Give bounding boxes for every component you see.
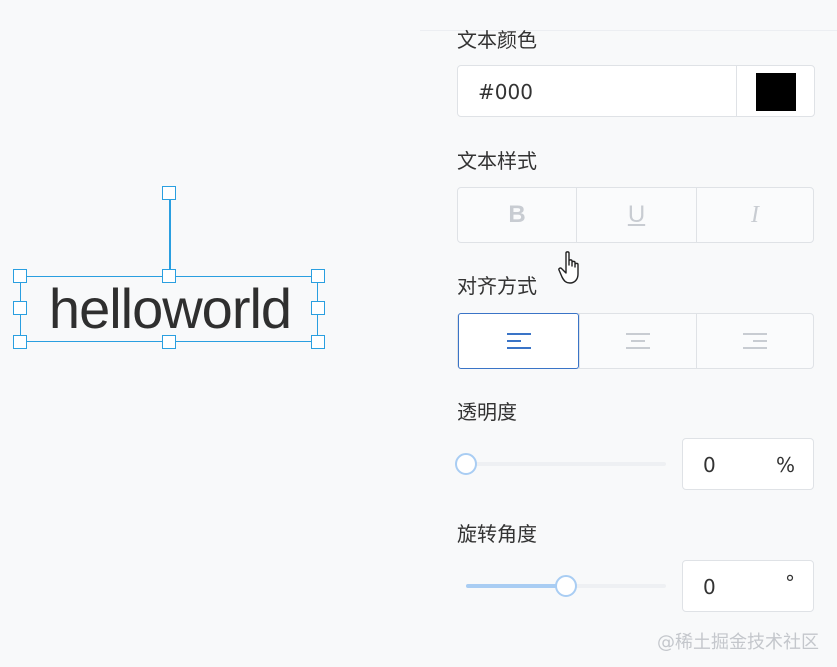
resize-handle-bottom-right[interactable] [311,335,325,349]
hand-cursor-icon [558,251,579,284]
italic-button[interactable]: I [696,188,813,242]
text-object-content[interactable]: helloworld [21,277,319,343]
opacity-label: 透明度 [457,400,517,424]
align-center-icon [626,333,650,349]
text-color-value[interactable]: #000 [478,80,533,104]
opacity-input[interactable]: 0 % [682,438,814,490]
text-color-label: 文本颜色 [457,28,537,52]
color-field-divider [736,66,737,116]
design-canvas[interactable]: helloworld [0,0,420,667]
align-center-button[interactable] [579,314,696,368]
rotation-handle[interactable] [162,186,176,200]
resize-handle-top-right[interactable] [311,269,325,283]
text-color-field[interactable]: #000 [457,65,815,117]
selected-text-object[interactable]: helloworld [20,276,318,342]
align-right-button[interactable] [696,314,813,368]
align-left-icon [506,333,531,349]
rotation-unit: ° [785,571,795,595]
align-left-button[interactable] [458,313,579,369]
underline-button[interactable]: U [576,188,696,242]
bold-button[interactable]: B [458,188,576,242]
color-swatch[interactable] [756,73,796,111]
rotation-handle-line [169,200,171,276]
opacity-slider-knob[interactable] [455,453,477,475]
opacity-value[interactable]: 0 [703,453,716,477]
watermark: @稀土掘金技术社区 [657,632,819,653]
alignment-label: 对齐方式 [457,274,537,298]
opacity-slider-track[interactable] [466,462,666,466]
resize-handle-bottom-left[interactable] [13,335,27,349]
properties-panel: 文本颜色 #000 文本样式 B U I 对齐方式 透明度 0 % 旋转角度 0… [420,0,837,667]
opacity-unit: % [775,453,795,477]
rotation-value[interactable]: 0 [703,575,716,599]
text-style-group: B U I [457,187,814,243]
rotation-input[interactable]: 0 ° [682,560,814,612]
underline-icon: U [627,201,646,228]
text-style-label: 文本样式 [457,149,537,173]
resize-handle-top[interactable] [162,269,176,283]
resize-handle-left[interactable] [13,301,27,315]
rotation-slider-fill [466,584,566,588]
bold-icon: B [508,201,526,228]
resize-handle-right[interactable] [311,301,325,315]
rotation-label: 旋转角度 [457,522,537,546]
resize-handle-bottom[interactable] [162,335,176,349]
alignment-group [457,313,814,369]
italic-icon: I [751,201,759,228]
align-right-icon [743,333,767,349]
rotation-slider-knob[interactable] [555,575,577,597]
resize-handle-top-left[interactable] [13,269,27,283]
